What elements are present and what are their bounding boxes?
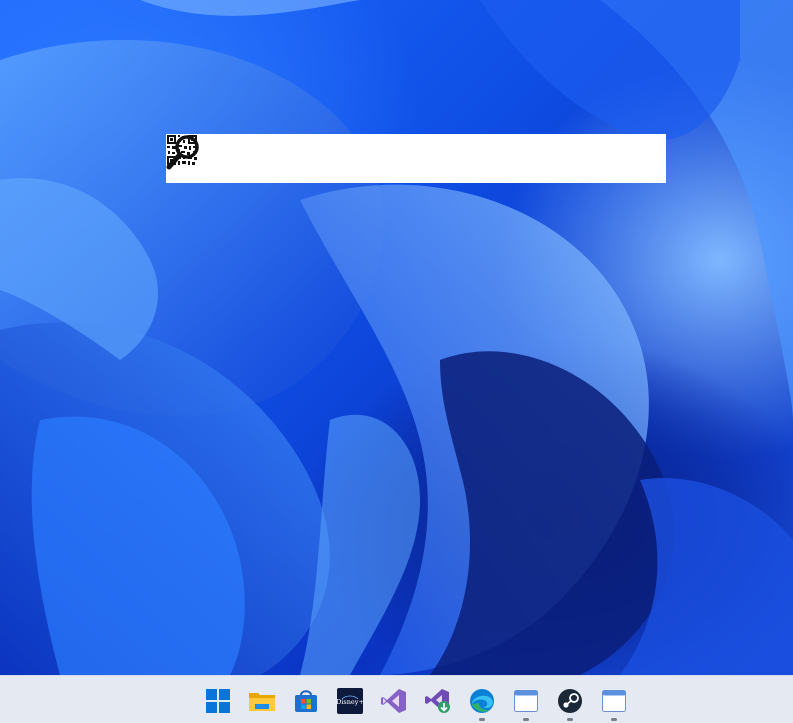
search-bar: [166, 134, 666, 183]
steam-icon: [558, 689, 582, 713]
running-indicator: [523, 718, 529, 721]
running-indicator: [567, 718, 573, 721]
visual-studio-installer-icon: [425, 689, 450, 713]
qr-code-button[interactable]: [166, 134, 620, 183]
taskbar-disney-plus[interactable]: Disney+: [332, 683, 368, 719]
wallpaper-art: [0, 0, 793, 675]
magnifier-icon: [166, 135, 199, 170]
window-app-icon: [602, 690, 626, 712]
desktop-wallpaper: [0, 0, 793, 675]
visual-studio-icon: [381, 689, 406, 713]
taskbar-microsoft-store[interactable]: [288, 683, 324, 719]
taskbar-window-app[interactable]: [596, 683, 632, 721]
svg-text:Disney+: Disney+: [337, 698, 363, 706]
taskbar-window-app[interactable]: [508, 683, 544, 721]
search-button[interactable]: [166, 134, 666, 183]
disney-plus-icon: Disney+: [337, 688, 363, 714]
taskbar: Disney+: [0, 675, 793, 723]
taskbar-steam[interactable]: [552, 683, 588, 721]
running-indicator: [611, 718, 617, 721]
taskbar-visual-studio[interactable]: [376, 683, 412, 719]
taskbar-file-explorer[interactable]: [244, 683, 280, 719]
taskbar-visual-studio-installer[interactable]: [420, 683, 456, 719]
search-input[interactable]: [166, 134, 574, 183]
file-explorer-icon: [249, 693, 275, 711]
microsoft-store-icon: [295, 690, 317, 712]
taskbar-edge-browser[interactable]: [464, 683, 500, 721]
running-indicator: [479, 718, 485, 721]
edge-browser-icon: [470, 689, 494, 713]
window-app-icon: [514, 690, 538, 712]
taskbar-start-button[interactable]: [200, 683, 236, 719]
windows-start-icon: [206, 689, 230, 713]
